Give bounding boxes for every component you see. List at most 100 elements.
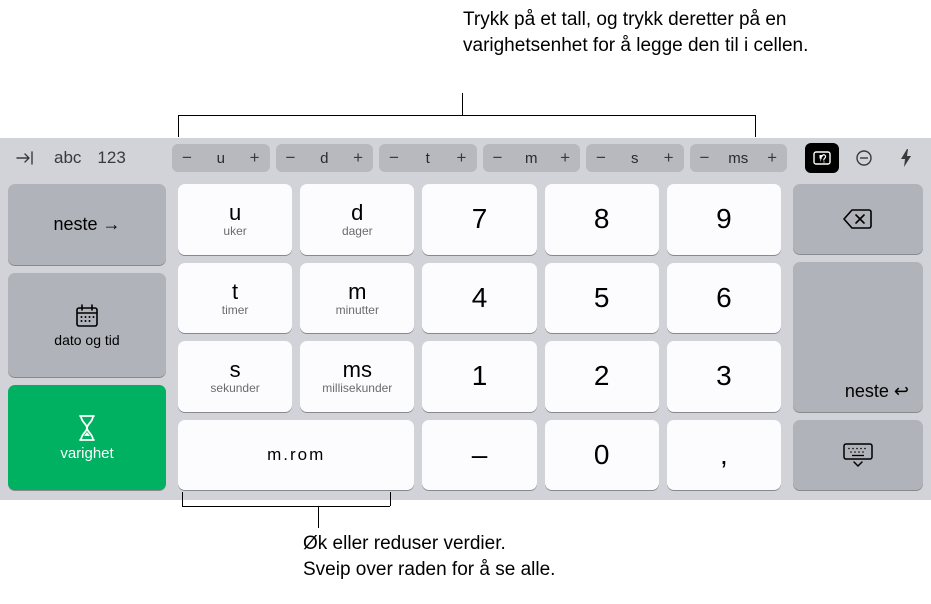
stepper-ms[interactable]: − ms + [690, 144, 788, 172]
minus-key[interactable]: – [422, 420, 536, 491]
callout-bottom: Øk eller reduser verdier. Sveip over rad… [303, 531, 703, 582]
digit-label: 6 [716, 282, 732, 314]
backspace-icon [842, 208, 874, 230]
key-grid: u uker d dager 7 8 9 t timer m minutter … [178, 184, 781, 490]
stepper-plus-icon[interactable]: + [250, 148, 260, 168]
unit-t-key[interactable]: t timer [178, 263, 292, 334]
stepper-label: m [525, 150, 538, 167]
hourglass-icon [76, 413, 98, 443]
bracket-bottom-hor [182, 506, 390, 507]
stepper-minus-icon[interactable]: − [286, 148, 296, 168]
neste-label: neste → [53, 214, 120, 235]
datetime-button[interactable]: dato og tid [8, 273, 166, 378]
stepper-d[interactable]: − d + [276, 144, 374, 172]
comma-key[interactable]: , [667, 420, 781, 491]
digit-7-key[interactable]: 7 [422, 184, 536, 255]
stepper-plus-icon[interactable]: + [560, 148, 570, 168]
digit-label: 1 [472, 360, 488, 392]
stepper-label: t [426, 150, 430, 167]
bracket-top-right [755, 115, 756, 137]
right-column: neste ↩︎ [793, 184, 923, 490]
unit-ms-key[interactable]: ms millisekunder [300, 341, 414, 412]
bracket-bottom-stem [318, 506, 319, 528]
backspace-key[interactable] [793, 184, 923, 254]
stepper-minus-icon[interactable]: − [596, 148, 606, 168]
digit-5-key[interactable]: 5 [545, 263, 659, 334]
calendar-icon [73, 302, 101, 330]
duration-button[interactable]: varighet [8, 385, 166, 490]
unit-main: t [232, 279, 238, 305]
stepper-plus-icon[interactable]: + [353, 148, 363, 168]
bracket-top-hor [178, 115, 756, 116]
accessory-bar: abc 123 − u + − d + − t + − m + [0, 138, 931, 178]
digit-label: 3 [716, 360, 732, 392]
stepper-u[interactable]: − u + [172, 144, 270, 172]
space-key[interactable]: m.rom [178, 420, 414, 491]
digit-9-key[interactable]: 9 [667, 184, 781, 255]
unit-sub: minutter [336, 303, 379, 317]
bracket-top-left [178, 115, 179, 137]
stepper-s[interactable]: − s + [586, 144, 684, 172]
stepper-plus-icon[interactable]: + [767, 148, 777, 168]
unit-u-key[interactable]: u uker [178, 184, 292, 255]
stepper-plus-icon[interactable]: + [664, 148, 674, 168]
digit-3-key[interactable]: 3 [667, 341, 781, 412]
keyboard-body: neste → dato og tid varighet [0, 178, 931, 500]
digit-4-key[interactable]: 4 [422, 263, 536, 334]
unit-main: d [351, 200, 363, 226]
space-label: m.rom [267, 445, 325, 465]
unit-s-key[interactable]: s sekunder [178, 341, 292, 412]
num-button[interactable]: 123 [93, 144, 129, 172]
unit-main: s [230, 357, 241, 383]
neste-return-label: neste ↩︎ [845, 381, 909, 402]
stepper-label: s [631, 150, 639, 167]
digit-8-key[interactable]: 8 [545, 184, 659, 255]
accessory-right [793, 143, 923, 173]
neste-return-key[interactable]: neste ↩︎ [793, 262, 923, 412]
unit-sub: uker [223, 224, 246, 238]
stepper-minus-icon[interactable]: − [182, 148, 192, 168]
stepper-label: u [217, 150, 225, 167]
duration-keyboard: abc 123 − u + − d + − t + − m + [0, 138, 931, 500]
bracket-bottom-right [390, 492, 391, 506]
stepper-minus-icon[interactable]: − [493, 148, 503, 168]
digit-label: 8 [594, 203, 610, 235]
unit-main: m [348, 279, 366, 305]
dismiss-keyboard-icon [841, 442, 875, 468]
digit-label: 9 [716, 203, 732, 235]
bracket-bottom-left [182, 492, 183, 506]
stepper-row: − u + − d + − t + − m + − s + [170, 144, 789, 172]
unit-main: ms [343, 357, 372, 383]
unit-sub: sekunder [210, 381, 259, 395]
dismiss-keyboard-key[interactable] [793, 420, 923, 490]
stepper-label: ms [728, 150, 748, 167]
callout-bottom-line2: Sveip over raden for å se alle. [303, 557, 703, 583]
digit-2-key[interactable]: 2 [545, 341, 659, 412]
digit-1-key[interactable]: 1 [422, 341, 536, 412]
data-format-icon[interactable] [847, 143, 881, 173]
stepper-minus-icon[interactable]: − [389, 148, 399, 168]
neste-button[interactable]: neste → [8, 184, 166, 265]
digit-6-key[interactable]: 6 [667, 263, 781, 334]
digit-label: 5 [594, 282, 610, 314]
digit-0-key[interactable]: 0 [545, 420, 659, 491]
callout-top-text: Trykk på et tall, og trykk deretter på e… [463, 9, 808, 56]
stepper-t[interactable]: − t + [379, 144, 477, 172]
stepper-m[interactable]: − m + [483, 144, 581, 172]
lightning-icon[interactable] [889, 143, 923, 173]
unit-m-key[interactable]: m minutter [300, 263, 414, 334]
digit-label: 2 [594, 360, 610, 392]
tab-forward-icon[interactable] [8, 143, 42, 173]
callout-top: Trykk på et tall, og trykk deretter på e… [463, 7, 883, 58]
callout-bottom-line1: Øk eller reduser verdier. [303, 531, 703, 557]
unit-d-key[interactable]: d dager [300, 184, 414, 255]
bracket-top-stem [462, 93, 463, 115]
digit-label: 4 [472, 282, 488, 314]
unit-sub: dager [342, 224, 373, 238]
unit-sub: timer [222, 303, 249, 317]
format-duration-icon[interactable] [805, 143, 839, 173]
stepper-plus-icon[interactable]: + [457, 148, 467, 168]
digit-label: 0 [594, 439, 610, 471]
abc-button[interactable]: abc [50, 144, 85, 172]
stepper-minus-icon[interactable]: − [700, 148, 710, 168]
